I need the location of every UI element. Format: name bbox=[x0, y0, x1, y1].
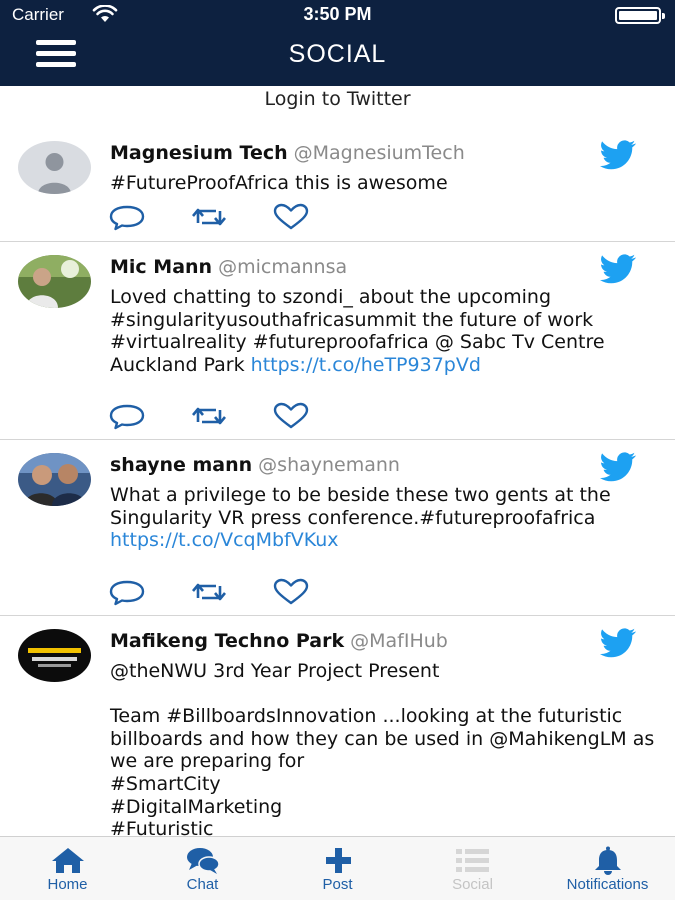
tweet-author-handle: @shaynemann bbox=[258, 454, 400, 476]
reply-icon[interactable] bbox=[108, 402, 146, 430]
avatar[interactable] bbox=[18, 629, 91, 682]
tab-social[interactable]: Social bbox=[405, 837, 540, 900]
tab-chat[interactable]: Chat bbox=[135, 837, 270, 900]
tweet-text: What a privilege to be beside these two … bbox=[110, 484, 617, 529]
plus-icon bbox=[325, 848, 351, 873]
twitter-bird-icon[interactable] bbox=[599, 254, 637, 284]
tab-label: Post bbox=[322, 876, 353, 893]
reply-icon[interactable] bbox=[108, 203, 146, 231]
tweet-author-name: Magnesium Tech bbox=[110, 142, 288, 164]
tab-post[interactable]: Post bbox=[270, 837, 405, 900]
status-bar: Carrier 3:50 PM bbox=[0, 0, 675, 30]
tweet-author-handle: @MafIHub bbox=[350, 630, 448, 652]
tweet-text: #FutureProofAfrica this is awesome bbox=[110, 172, 448, 194]
reply-icon[interactable] bbox=[108, 578, 146, 606]
twitter-bird-icon[interactable] bbox=[599, 452, 637, 482]
retweet-icon[interactable] bbox=[190, 402, 228, 430]
chat-bubbles-icon bbox=[186, 848, 220, 874]
tweet-item: Magnesium Tech @MagnesiumTech #FutureProo… bbox=[0, 128, 675, 242]
tweet-author-name: shayne mann bbox=[110, 454, 253, 476]
like-heart-icon[interactable] bbox=[272, 203, 310, 231]
tweet-author-handle: @MagnesiumTech bbox=[293, 142, 465, 164]
list-icon bbox=[455, 849, 489, 872]
bell-icon bbox=[594, 846, 621, 875]
bottom-tab-bar: Home Chat Post Social Notifications bbox=[0, 836, 675, 900]
tab-home[interactable]: Home bbox=[0, 837, 135, 900]
like-heart-icon[interactable] bbox=[272, 402, 310, 430]
twitter-bird-icon[interactable] bbox=[599, 628, 637, 658]
top-bar: Carrier 3:50 PM SOCIAL bbox=[0, 0, 675, 86]
tweet-author-name: Mafikeng Techno Park bbox=[110, 630, 345, 652]
tweet-link[interactable]: https://t.co/VcqMbfVKux bbox=[110, 529, 339, 551]
twitter-bird-icon[interactable] bbox=[599, 140, 637, 170]
page-title: SOCIAL bbox=[288, 40, 387, 68]
tweet-author-handle: @micmannsa bbox=[218, 256, 348, 278]
tab-label: Notifications bbox=[566, 876, 649, 893]
retweet-icon[interactable] bbox=[190, 578, 228, 606]
tab-notifications[interactable]: Notifications bbox=[540, 837, 675, 900]
tweet-item: shayne mann @shaynemann What a privilege … bbox=[0, 440, 675, 616]
status-time: 3:50 PM bbox=[303, 4, 372, 24]
like-heart-icon[interactable] bbox=[272, 578, 310, 606]
retweet-icon[interactable] bbox=[190, 203, 228, 231]
tab-label: Social bbox=[452, 876, 493, 893]
tweet-item: Mafikeng Techno Park @MafIHub @theNWU 3rd… bbox=[0, 616, 675, 836]
battery-icon bbox=[615, 7, 665, 24]
tweet-text: @theNWU 3rd Year Project Present Team #B… bbox=[110, 660, 655, 836]
home-icon bbox=[51, 848, 84, 873]
tab-label: Home bbox=[47, 876, 88, 893]
login-to-twitter-link[interactable]: Login to Twitter bbox=[0, 88, 675, 110]
tweet-link[interactable]: https://t.co/heTP937pVd bbox=[251, 354, 481, 376]
tweet-feed[interactable]: Magnesium Tech @MagnesiumTech #FutureProo… bbox=[0, 128, 675, 836]
tweet-item: Mic Mann @micmannsa Loved chatting to szo… bbox=[0, 242, 675, 440]
tweet-author-name: Mic Mann bbox=[110, 256, 213, 278]
avatar[interactable] bbox=[18, 141, 91, 194]
avatar[interactable] bbox=[18, 453, 91, 506]
tab-label: Chat bbox=[186, 876, 219, 893]
avatar[interactable] bbox=[18, 255, 91, 308]
